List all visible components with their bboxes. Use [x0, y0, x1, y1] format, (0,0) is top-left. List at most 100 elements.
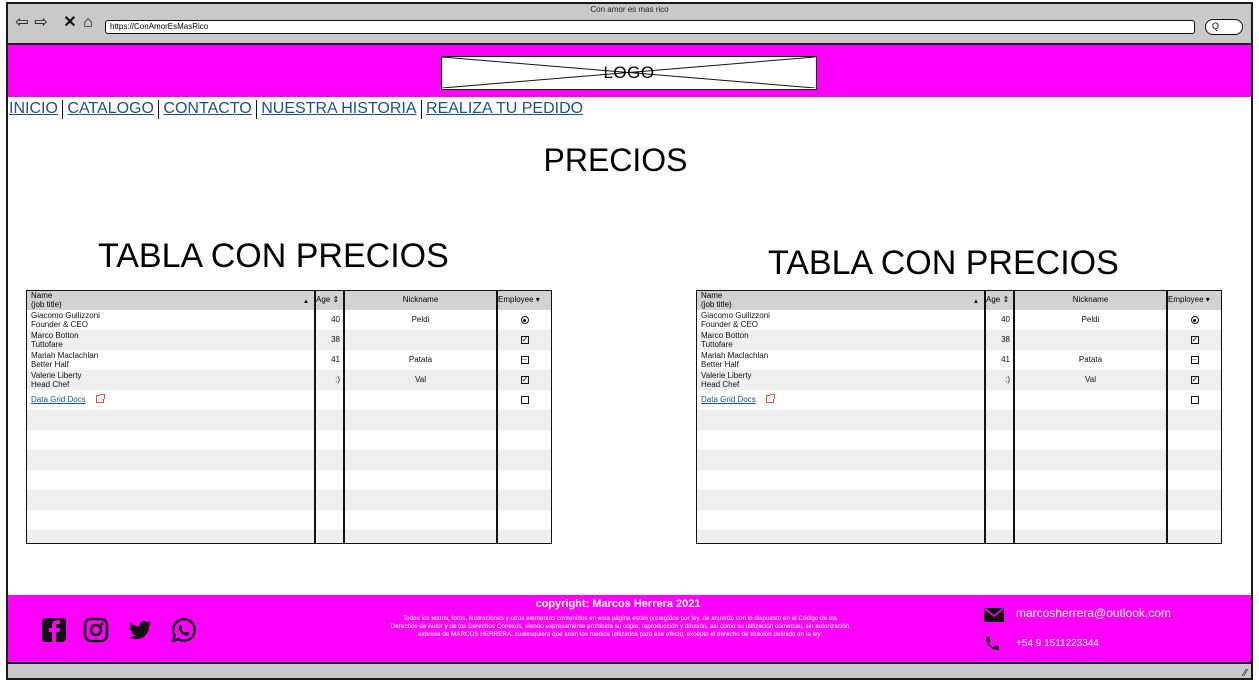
cell-name[interactable]: Giacomo Guilizzoni Founder & CEO [701, 311, 770, 329]
table-row[interactable] [27, 490, 551, 510]
url-bar[interactable]: https://ConAmorEsMasRico [105, 20, 1195, 34]
contact-phone[interactable]: +54 9 1511223344 [1016, 638, 1099, 649]
checkbox[interactable] [1190, 396, 1199, 404]
table-row[interactable] [697, 490, 1221, 510]
checkbox[interactable]: – [520, 356, 529, 364]
search-button[interactable]: Q [1205, 19, 1243, 35]
person-job-title: Head Chef [701, 379, 740, 389]
column-header-name[interactable]: Name (job title) [31, 291, 62, 309]
cell-employee[interactable]: ✓ [1168, 336, 1221, 345]
nav-item-inicio[interactable]: INICIO [9, 100, 58, 118]
cell-age[interactable]: 41 [316, 355, 340, 365]
table-row[interactable] [697, 530, 1221, 543]
cell-nickname[interactable]: Peldi [1015, 315, 1166, 325]
cell-employee[interactable]: ✓ [498, 376, 551, 385]
forward-arrow-icon[interactable]: ⇨ [33, 15, 49, 31]
table-row[interactable] [697, 390, 1221, 410]
column-header-name[interactable]: Name (job title) [701, 291, 732, 309]
column-header-age[interactable]: Age ⇕ [316, 295, 339, 305]
instagram-icon[interactable] [83, 617, 109, 643]
cell-age[interactable]: 40 [986, 315, 1010, 325]
facebook-icon[interactable] [41, 617, 67, 643]
data-grid-docs-link[interactable]: Data Grid Docs [701, 395, 756, 404]
cell-name[interactable]: Marco Botton Tuttofare [701, 331, 749, 349]
column-header-employee[interactable]: Employee ▾ [498, 295, 540, 305]
logo-placeholder[interactable]: LOGO [441, 56, 817, 90]
cell-name[interactable]: Mariah Maclachlan Better Half [701, 351, 768, 369]
checkbox[interactable]: ✓ [1190, 376, 1199, 384]
column-divider [314, 291, 316, 543]
table-row[interactable] [697, 430, 1221, 450]
table-row[interactable] [27, 330, 551, 350]
radio-button[interactable] [1190, 316, 1199, 324]
table-row[interactable] [27, 430, 551, 450]
nav-item-contacto[interactable]: CONTACTO [163, 100, 251, 118]
price-data-grid-right[interactable]: Name (job title) ▲ Age ⇕ Nickname Employee ▾ G… [696, 290, 1222, 544]
table-row[interactable] [27, 410, 551, 430]
cell-name[interactable]: Mariah Maclachlan Better Half [31, 351, 98, 369]
checkbox[interactable]: ✓ [520, 376, 529, 384]
cell-age[interactable]: 38 [316, 335, 340, 345]
cell-employee[interactable]: – [1168, 356, 1221, 365]
contact-email[interactable]: marcosherrera@outlook.com [1016, 606, 1171, 620]
column-header-employee[interactable]: Employee ▾ [1168, 295, 1210, 305]
whatsapp-icon[interactable] [171, 617, 197, 643]
cell-employee[interactable]: – [498, 356, 551, 365]
cell-age[interactable]: 40 [316, 315, 340, 325]
table-row[interactable] [27, 390, 551, 410]
back-arrow-icon[interactable]: ⇦ [14, 15, 30, 31]
cell-name[interactable]: Valerie Liberty Head Chef [701, 371, 752, 389]
cell-age[interactable]: :) [986, 375, 1010, 385]
cell-employee[interactable] [1168, 316, 1221, 327]
cell-age[interactable]: 41 [986, 355, 1010, 365]
sort-descending-icon: ▾ [1203, 295, 1210, 304]
checkbox[interactable]: – [1190, 356, 1199, 364]
cell-employee[interactable]: ✓ [498, 336, 551, 345]
radio-button[interactable] [520, 316, 529, 324]
checkbox[interactable]: ✓ [520, 336, 529, 344]
column-header-age[interactable]: Age ⇕ [986, 295, 1009, 305]
cell-age[interactable]: 38 [986, 335, 1010, 345]
legal-notice: Todos los textos, fotos, ilustraciones y… [390, 615, 850, 639]
column-header-nickname[interactable]: Nickname [1015, 295, 1166, 305]
cell-age[interactable]: :) [316, 375, 340, 385]
close-icon[interactable]: ✕ [63, 15, 77, 31]
sort-ascending-icon[interactable]: ▲ [303, 298, 309, 307]
price-data-grid-left[interactable]: Name (job title) ▲ Age ⇕ Nickname Employee ▾ G… [26, 290, 552, 544]
cell-employee[interactable] [498, 316, 551, 327]
table-row[interactable] [27, 510, 551, 530]
cell-nickname[interactable]: Patata [1015, 355, 1166, 365]
table-row[interactable] [27, 530, 551, 543]
table-row[interactable] [697, 510, 1221, 530]
cell-nickname[interactable]: Peldi [345, 315, 496, 325]
data-grid-docs-link[interactable]: Data Grid Docs [31, 395, 86, 404]
nav-item-realiza-tu-pedido[interactable]: REALIZA TU PEDIDO [426, 100, 583, 118]
checkbox[interactable] [520, 396, 529, 404]
cell-name[interactable]: Giacomo Guilizzoni Founder & CEO [31, 311, 100, 329]
table-row[interactable] [697, 470, 1221, 490]
cell-nickname[interactable]: Val [1015, 375, 1166, 385]
table-row[interactable] [27, 470, 551, 490]
table-row[interactable] [697, 450, 1221, 470]
cell-employee[interactable] [1168, 396, 1221, 407]
twitter-icon[interactable] [127, 617, 153, 643]
cell-name[interactable]: Marco Botton Tuttofare [31, 331, 79, 349]
column-divider [1013, 291, 1015, 543]
table-row[interactable] [697, 410, 1221, 430]
nav-item-catalogo[interactable]: CATALOGO [67, 100, 154, 118]
external-link-icon[interactable] [765, 394, 775, 403]
sort-ascending-icon[interactable]: ▲ [973, 298, 979, 307]
resize-grip-icon[interactable]: ⁄⁄ [1244, 668, 1247, 678]
checkbox[interactable]: ✓ [1190, 336, 1199, 344]
column-header-nickname[interactable]: Nickname [345, 295, 496, 305]
cell-nickname[interactable]: Patata [345, 355, 496, 365]
cell-nickname[interactable]: Val [345, 375, 496, 385]
nav-item-nuestra-historia[interactable]: NUESTRA HISTORIA [261, 100, 416, 118]
table-row[interactable] [27, 450, 551, 470]
cell-name[interactable]: Valerie Liberty Head Chef [31, 371, 82, 389]
table-row[interactable] [697, 330, 1221, 350]
home-icon[interactable]: ⌂ [80, 15, 96, 31]
external-link-icon[interactable] [95, 394, 105, 403]
cell-employee[interactable]: ✓ [1168, 376, 1221, 385]
cell-employee[interactable] [498, 396, 551, 407]
